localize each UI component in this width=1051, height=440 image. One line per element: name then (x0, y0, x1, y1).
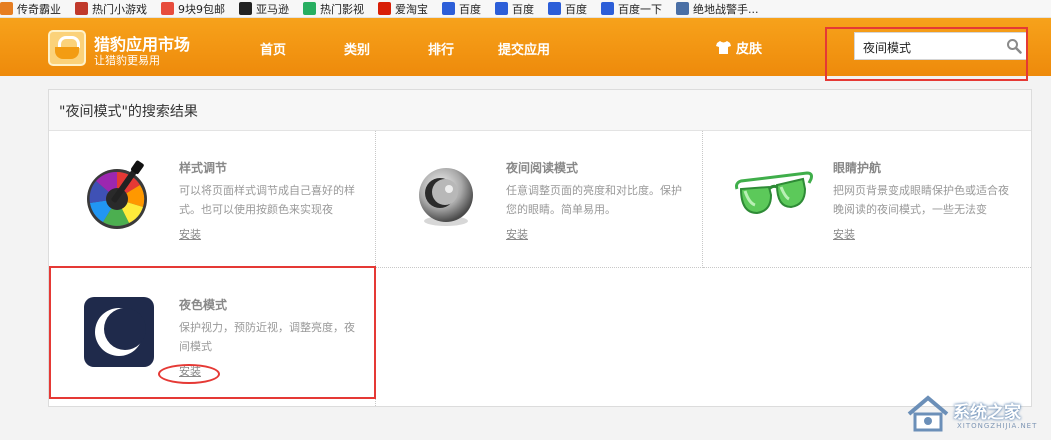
skin-label: 皮肤 (736, 42, 763, 57)
gift-icon (161, 2, 174, 15)
nav-category[interactable]: 类别 (344, 39, 370, 58)
paw-icon (442, 2, 455, 15)
paw-icon (601, 2, 614, 15)
site-subtitle: 让猎豹更易用 (94, 54, 160, 67)
sunglasses-icon (735, 171, 813, 215)
bookmark-item[interactable]: 百度 (495, 1, 534, 17)
app-description: 任意调整页面的亮度和对比度。保护您的眼睛。简单易用。 (506, 184, 682, 216)
amazon-icon (239, 2, 252, 15)
install-link[interactable]: 安装 (179, 226, 201, 242)
app-name[interactable]: 夜间阅读模式 (506, 159, 578, 176)
bookmark-label: 百度 (565, 2, 587, 16)
shirt-icon (716, 41, 731, 54)
bookmark-label: 百度一下 (618, 2, 662, 16)
bookmark-item[interactable]: 9块9包邮 (161, 1, 225, 17)
bookmark-item[interactable]: 绝地战警手... (676, 1, 759, 17)
color-picker-icon (87, 160, 147, 229)
bookmark-label: 绝地战警手... (693, 2, 759, 16)
bookmark-item[interactable]: 传奇霸业 (0, 1, 61, 17)
nav-home[interactable]: 首页 (260, 39, 286, 58)
bookmark-label: 9块9包邮 (178, 2, 225, 16)
house-icon (907, 395, 949, 432)
moon-sphere-icon (419, 168, 473, 226)
flame-icon (0, 2, 13, 15)
game-icon (75, 2, 88, 15)
watermark-subtext: XITONGZHIJIA.NET (957, 422, 1038, 430)
play-icon (303, 2, 316, 15)
results-title: "夜间模式"的搜索结果 (59, 104, 198, 120)
search-highlight-box (825, 27, 1028, 81)
paw-icon (548, 2, 561, 15)
skin-button[interactable]: 皮肤 (716, 38, 762, 57)
shopping-bag-logo-icon[interactable] (48, 30, 86, 66)
bookmark-label: 爱淘宝 (395, 2, 428, 16)
watermark-text: 系统之家 (953, 403, 1021, 423)
bookmark-item[interactable]: 热门影视 (303, 1, 364, 17)
page-icon (676, 2, 689, 15)
app-card: 眼睛护航 把网页背景变成眼睛保护色或适合夜晚阅读的夜间模式，一些无法变 安装 (703, 131, 1031, 268)
bookmark-label: 热门小游戏 (92, 2, 147, 16)
watermark: 系统之家 XITONGZHIJIA.NET (905, 392, 1045, 436)
nav-submit-app[interactable]: 提交应用 (498, 39, 550, 58)
app-name[interactable]: 眼睛护航 (833, 159, 881, 176)
bookmarks-bar: 传奇霸业 热门小游戏 9块9包邮 亚马逊 热门影视 爱淘宝 百度 百度 百度 百度一下 绝地战警手.… (0, 0, 1051, 18)
install-link[interactable]: 安装 (833, 226, 855, 242)
bookmark-item[interactable]: 热门小游戏 (75, 1, 147, 17)
app-card: 夜间阅读模式 任意调整页面的亮度和对比度。保护您的眼睛。简单易用。 安装 (376, 131, 703, 268)
app-description: 把网页背景变成眼睛保护色或适合夜晚阅读的夜间模式，一些无法变 (833, 184, 1009, 216)
bookmark-item[interactable]: 百度 (442, 1, 481, 17)
bookmark-item[interactable]: 百度 (548, 1, 587, 17)
bookmark-label: 热门影视 (320, 2, 364, 16)
bookmark-label: 传奇霸业 (17, 2, 61, 16)
app-card: 样式调节 可以将页面样式调节成自己喜好的样式。也可以使用按颜色来实现夜 安装 (49, 131, 376, 268)
paw-icon (495, 2, 508, 15)
bookmark-item[interactable]: 百度一下 (601, 1, 662, 17)
taobao-icon (378, 2, 391, 15)
nav-ranking[interactable]: 排行 (428, 39, 454, 58)
results-header: "夜间模式"的搜索结果 (49, 90, 1031, 131)
bookmark-label: 亚马逊 (256, 2, 289, 16)
bookmark-item[interactable]: 爱淘宝 (378, 1, 428, 17)
app-description: 可以将页面样式调节成自己喜好的样式。也可以使用按颜色来实现夜 (179, 184, 355, 216)
bookmark-label: 百度 (512, 2, 534, 16)
bookmark-item[interactable]: 亚马逊 (239, 1, 289, 17)
bookmark-label: 百度 (459, 2, 481, 16)
install-highlight-oval (158, 364, 220, 384)
install-link[interactable]: 安装 (506, 226, 528, 242)
browser-window: 传奇霸业 热门小游戏 9块9包邮 亚马逊 热门影视 爱淘宝 百度 百度 百度 百度一下 绝地战警手.… (0, 0, 1051, 440)
app-name[interactable]: 样式调节 (179, 159, 227, 176)
